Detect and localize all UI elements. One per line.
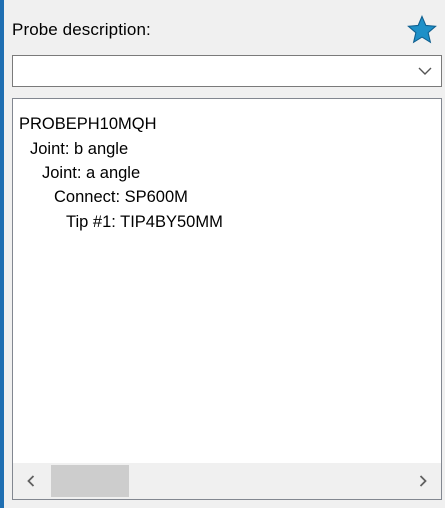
scroll-left-button[interactable] [13, 463, 49, 499]
scroll-thumb[interactable] [51, 465, 129, 497]
probe-panel: Probe description: PROBEPH10MQH Joint: b… [4, 0, 445, 508]
scroll-right-button[interactable] [405, 463, 441, 499]
probe-tree-view[interactable]: PROBEPH10MQH Joint: b angle Joint: a ang… [12, 98, 442, 500]
tree-item-probe[interactable]: PROBEPH10MQH [19, 115, 157, 134]
chevron-right-icon [419, 475, 427, 487]
favorite-button[interactable] [401, 10, 443, 50]
star-icon [407, 15, 437, 44]
chevron-down-icon [418, 67, 432, 75]
tree-item-joint-a[interactable]: Joint: a angle [42, 164, 140, 183]
dropdown-toggle[interactable] [413, 56, 437, 86]
chevron-left-icon [27, 475, 35, 487]
tree-item-connect[interactable]: Connect: SP600M [54, 188, 188, 207]
tree-item-tip[interactable]: Tip #1: TIP4BY50MM [66, 213, 223, 232]
probe-header: Probe description: [4, 10, 445, 50]
probe-panel-window: Probe description: PROBEPH10MQH Joint: b… [0, 0, 445, 508]
tree-item-joint-b[interactable]: Joint: b angle [30, 140, 128, 159]
probe-description-label: Probe description: [12, 20, 151, 39]
horizontal-scrollbar[interactable] [13, 463, 441, 499]
probe-description-dropdown[interactable] [12, 55, 442, 87]
probe-tree: PROBEPH10MQH Joint: b angle Joint: a ang… [13, 99, 441, 461]
